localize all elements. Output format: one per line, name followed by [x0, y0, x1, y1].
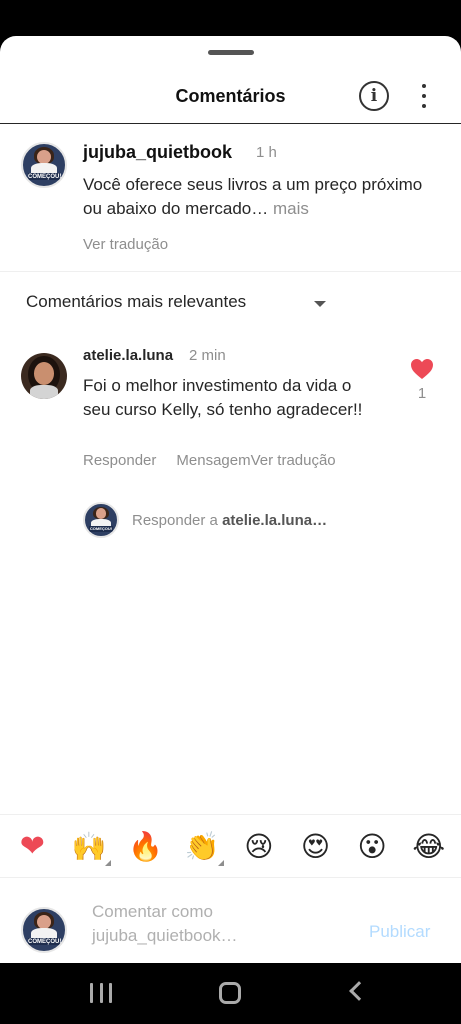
reply-to-label[interactable]: Responder a atelie.la.luna…	[132, 512, 327, 529]
avatar: COMEÇOU!	[21, 907, 67, 953]
comment-input[interactable]: Comentar como jujuba_quietbook…	[92, 900, 352, 948]
laughing-face-emoji-button[interactable]: 😂	[409, 826, 449, 866]
avatar[interactable]	[21, 353, 67, 399]
emoji-quick-bar: ❤ 🙌 🔥 👏 😢 😍 😮 😂	[0, 814, 461, 878]
page-title: Comentários	[175, 86, 286, 106]
caption-text: Você oferece seus livros a um preço próx…	[83, 173, 443, 221]
avatar: COMEÇOU!	[83, 502, 119, 538]
crying-face-emoji-button[interactable]: 😢	[239, 826, 279, 866]
more-options-icon[interactable]	[414, 80, 434, 112]
raising-hands-emoji: 🙌	[71, 829, 107, 863]
comment-actions: Responder Mensagem Ver tradução	[83, 452, 336, 469]
chevron-down-icon[interactable]	[314, 301, 326, 307]
avatar-tag: COMEÇOU!	[28, 938, 62, 946]
surprised-face-emoji-button[interactable]: 😮	[352, 826, 392, 866]
avatar[interactable]: COMEÇOU!	[21, 142, 67, 188]
comment-username[interactable]: atelie.la.luna	[83, 347, 173, 364]
skin-tone-indicator	[104, 860, 111, 866]
caption-username[interactable]: jujuba_quietbook	[83, 142, 232, 163]
comment-filter-dropdown[interactable]: Comentários mais relevantes	[26, 292, 246, 312]
reply-prefix: Responder a	[132, 512, 223, 529]
raising-hands-emoji-button[interactable]: 🙌	[69, 826, 111, 866]
comment-composer: COMEÇOU! Comentar como jujuba_quietbook……	[0, 878, 461, 963]
back-icon[interactable]	[349, 981, 369, 1001]
reply-button[interactable]: Responder	[83, 452, 156, 469]
header: Comentários i	[0, 68, 461, 124]
caption-time: 1 h	[256, 144, 277, 161]
message-button[interactable]: Mensagem	[176, 452, 250, 469]
comments-sheet: Comentários i COMEÇOU! jujuba_quietbook …	[0, 36, 461, 963]
system-nav-bar	[0, 963, 461, 1024]
home-icon[interactable]	[219, 982, 241, 1004]
see-translation-link[interactable]: Ver tradução	[251, 452, 336, 469]
caption-body: Você oferece seus livros a um preço próx…	[83, 175, 423, 218]
like-count: 1	[417, 385, 427, 402]
clapping-hands-emoji-button[interactable]: 👏	[182, 826, 225, 866]
heart-emoji-button[interactable]: ❤	[12, 826, 52, 866]
clapping-hands-emoji: 👏	[184, 829, 220, 863]
status-bar	[0, 0, 461, 36]
drag-handle[interactable]	[208, 50, 254, 55]
reply-target: atelie.la.luna…	[222, 512, 328, 529]
fire-emoji-button[interactable]: 🔥	[126, 826, 166, 866]
info-icon[interactable]: i	[359, 81, 389, 111]
heart-eyes-emoji-button[interactable]: 😍	[295, 826, 335, 866]
comment-time: 2 min	[189, 347, 226, 364]
more-link[interactable]: mais	[268, 199, 309, 218]
post-caption: COMEÇOU! jujuba_quietbook 1 h Você ofere…	[0, 124, 461, 272]
recents-icon[interactable]	[90, 983, 112, 1003]
avatar-tag: COMEÇOU!	[28, 173, 62, 181]
heart-icon[interactable]	[410, 358, 434, 380]
comment-text: Foi o melhor investimento da vida o seu …	[83, 376, 363, 419]
skin-tone-indicator	[218, 860, 225, 866]
publish-button[interactable]: Publicar	[369, 922, 430, 942]
see-translation-link[interactable]: Ver tradução	[83, 236, 168, 253]
avatar-tag: COMEÇOU!	[88, 526, 114, 532]
